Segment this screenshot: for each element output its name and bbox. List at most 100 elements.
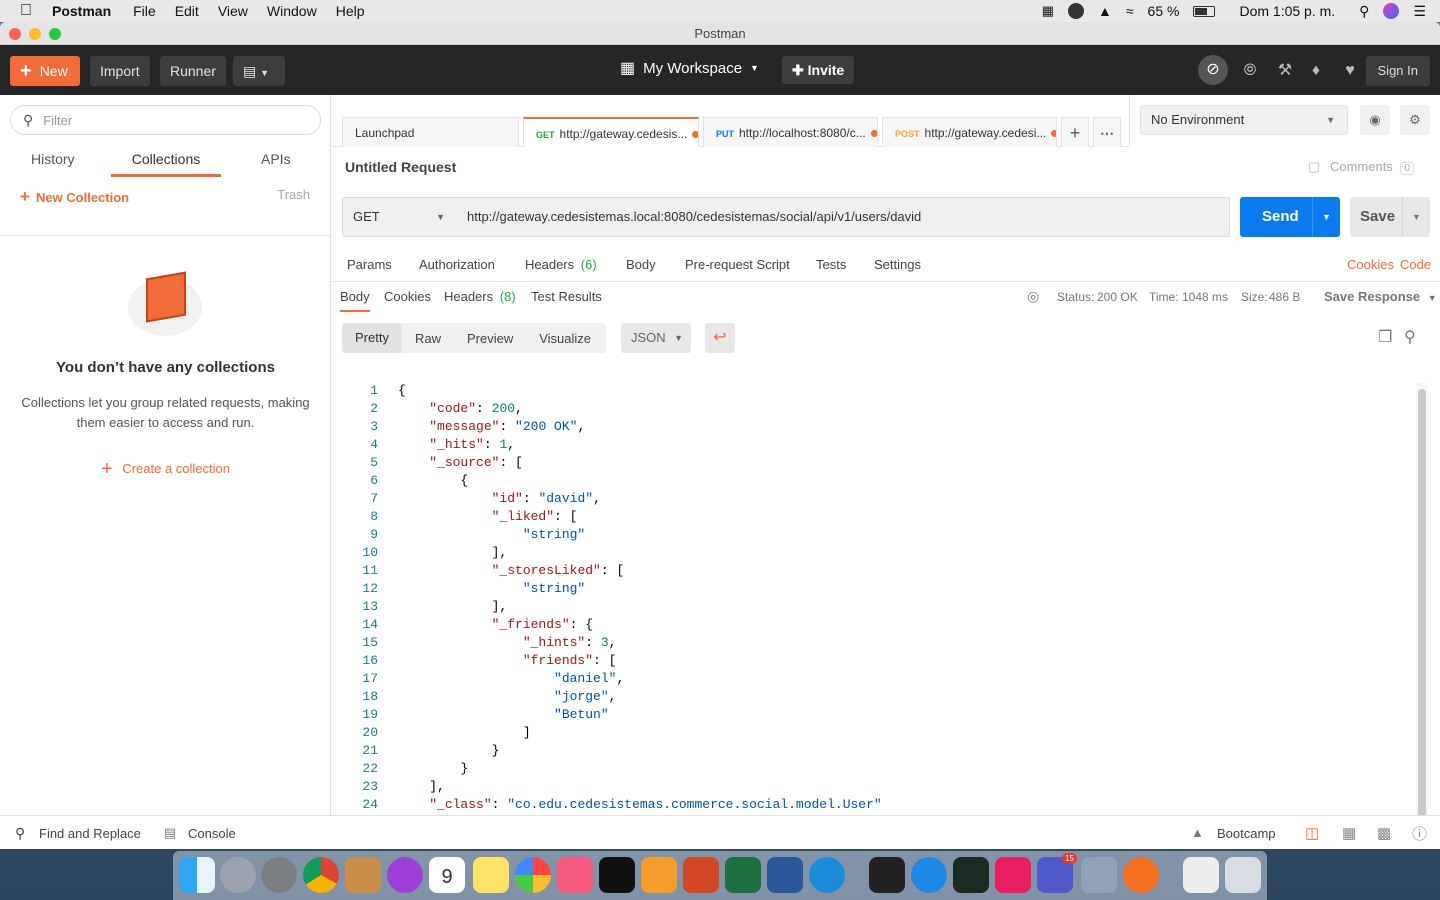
- menu-window[interactable]: Window: [267, 3, 317, 19]
- browse-icon[interactable]: ▩: [1377, 824, 1391, 842]
- downloads-folder-icon[interactable]: [1183, 857, 1219, 893]
- notes-icon[interactable]: [473, 857, 509, 893]
- add-tab-button[interactable]: +: [1061, 117, 1089, 147]
- scrollbar-thumb[interactable]: [1418, 389, 1426, 821]
- request-tab-post[interactable]: POST http://gateway.cedesi...: [882, 117, 1057, 147]
- books-icon[interactable]: [641, 857, 677, 893]
- menu-view[interactable]: View: [218, 3, 248, 19]
- spotlight-icon[interactable]: ⚲: [1359, 3, 1369, 20]
- import-button[interactable]: Import: [90, 56, 150, 86]
- wrench-icon[interactable]: ⚒: [1276, 62, 1294, 80]
- siri-icon[interactable]: [1383, 3, 1400, 19]
- clock[interactable]: Dom 1:05 p. m.: [1239, 3, 1335, 19]
- save-button[interactable]: Save ▼: [1350, 197, 1430, 237]
- workspace-selector[interactable]: ▦ My Workspace ▼: [620, 58, 759, 78]
- request-tab-get[interactable]: GET http://gateway.cedesis...: [523, 117, 699, 147]
- minimize-window-button[interactable]: [29, 28, 41, 40]
- contacts-icon[interactable]: [345, 857, 381, 893]
- tab-settings[interactable]: Settings: [874, 257, 921, 272]
- create-collection-link[interactable]: + Create a collection: [0, 458, 331, 481]
- podcasts-icon[interactable]: [387, 857, 423, 893]
- menu-edit[interactable]: Edit: [175, 3, 199, 19]
- terminal-icon[interactable]: [869, 857, 905, 893]
- excel-icon[interactable]: [725, 857, 761, 893]
- menu-help[interactable]: Help: [336, 3, 365, 19]
- format-raw[interactable]: Raw: [402, 331, 454, 346]
- heart-icon[interactable]: ♥: [1341, 62, 1359, 80]
- cookies-link[interactable]: Cookies: [1347, 257, 1394, 272]
- powerpoint-icon[interactable]: [683, 857, 719, 893]
- response-tab-test-results[interactable]: Test Results: [531, 289, 602, 304]
- bell-icon[interactable]: ♦: [1307, 62, 1325, 80]
- close-window-button[interactable]: [9, 28, 21, 40]
- menu-file[interactable]: File: [133, 3, 156, 19]
- word-icon[interactable]: [767, 857, 803, 893]
- system-preferences-icon[interactable]: [261, 857, 297, 893]
- intellij-icon[interactable]: [995, 857, 1031, 893]
- wifi-icon[interactable]: ≈: [1126, 3, 1134, 19]
- photos-icon[interactable]: [515, 857, 551, 893]
- help-icon[interactable]: ⓘ: [1412, 823, 1427, 844]
- url-input[interactable]: http://gateway.cedesistemas.local:8080/c…: [457, 197, 1230, 237]
- code-link[interactable]: Code: [1400, 257, 1431, 272]
- calendar-icon[interactable]: 9: [429, 857, 465, 893]
- method-selector[interactable]: GET ▼: [342, 197, 458, 237]
- tab-prerequest-script[interactable]: Pre-request Script: [685, 257, 790, 272]
- docker-icon[interactable]: ▦: [1042, 3, 1054, 19]
- gear-icon[interactable]: ⚙: [1400, 105, 1430, 135]
- size-value[interactable]: 486 B: [1269, 290, 1300, 304]
- new-window-dropdown[interactable]: ▤ ▼: [233, 56, 285, 86]
- comments-button[interactable]: ▢ Comments 0: [1308, 159, 1414, 175]
- format-language-selector[interactable]: JSON ▼: [621, 323, 691, 353]
- time-value[interactable]: 1048 ms: [1182, 290, 1228, 304]
- battery-percent[interactable]: 65 %: [1148, 3, 1180, 19]
- search-icon[interactable]: ⚲: [1404, 327, 1416, 347]
- tab-tests[interactable]: Tests: [816, 257, 846, 272]
- status-app-icon[interactable]: [1068, 3, 1084, 19]
- zoom-window-button[interactable]: [49, 28, 61, 40]
- apple-icon[interactable]: : [20, 2, 38, 20]
- activity-monitor-icon[interactable]: [953, 857, 989, 893]
- bootcamp-button[interactable]: Bootcamp: [1217, 826, 1276, 841]
- postman-icon[interactable]: [1123, 857, 1159, 893]
- menu-app-name[interactable]: Postman: [52, 3, 111, 19]
- tab-launchpad[interactable]: Launchpad: [342, 117, 519, 147]
- more-tabs-button[interactable]: ⋯: [1093, 117, 1121, 147]
- response-tab-body[interactable]: Body: [340, 289, 370, 312]
- status-value[interactable]: 200 OK: [1097, 290, 1138, 304]
- filter-input[interactable]: ⚲ Filter: [10, 105, 321, 135]
- notification-center-icon[interactable]: ☰: [1413, 3, 1426, 20]
- request-tab-put[interactable]: PUT http://localhost:8080/c...: [703, 117, 878, 147]
- drive-icon[interactable]: ▲: [1098, 3, 1112, 19]
- preview-icon[interactable]: [1081, 857, 1117, 893]
- send-button[interactable]: Send ▼: [1240, 197, 1340, 237]
- satellite-icon[interactable]: ⦾: [1241, 62, 1259, 80]
- two-pane-view-icon[interactable]: ◫: [1305, 824, 1319, 842]
- send-dropdown[interactable]: ▼: [1312, 197, 1340, 237]
- tab-body[interactable]: Body: [626, 257, 656, 272]
- save-response-button[interactable]: Save Response ▼: [1324, 289, 1437, 304]
- trash-link[interactable]: Trash: [277, 187, 310, 202]
- chrome-icon[interactable]: [303, 857, 339, 893]
- environment-selector[interactable]: No Environment ▼: [1140, 105, 1348, 135]
- format-visualize[interactable]: Visualize: [526, 331, 604, 346]
- apple-tv-icon[interactable]: [599, 857, 635, 893]
- finder-icon[interactable]: [179, 857, 215, 893]
- tab-collections[interactable]: Collections: [111, 151, 221, 177]
- new-collection-button[interactable]: + New Collection: [20, 187, 129, 207]
- teams-icon[interactable]: 15: [1037, 853, 1077, 893]
- battery-icon[interactable]: [1193, 5, 1216, 17]
- save-dropdown[interactable]: ▼: [1402, 197, 1430, 237]
- request-title[interactable]: Untitled Request: [345, 159, 456, 175]
- tab-authorization[interactable]: Authorization: [419, 257, 495, 272]
- response-body-code[interactable]: 1{2 "code": 200, 3 "message": "200 OK", 4 …: [342, 383, 1416, 830]
- tab-params[interactable]: Params: [347, 257, 392, 272]
- trash-icon[interactable]: [1225, 857, 1261, 893]
- globe-icon[interactable]: ◎: [1027, 288, 1039, 305]
- layout-icon[interactable]: ▦: [1342, 824, 1356, 842]
- response-tab-cookies[interactable]: Cookies: [384, 289, 431, 304]
- response-tab-headers[interactable]: Headers (8): [444, 289, 516, 304]
- console-button[interactable]: Console: [188, 826, 236, 841]
- format-preview[interactable]: Preview: [454, 331, 526, 346]
- eye-icon[interactable]: ◉: [1360, 105, 1390, 135]
